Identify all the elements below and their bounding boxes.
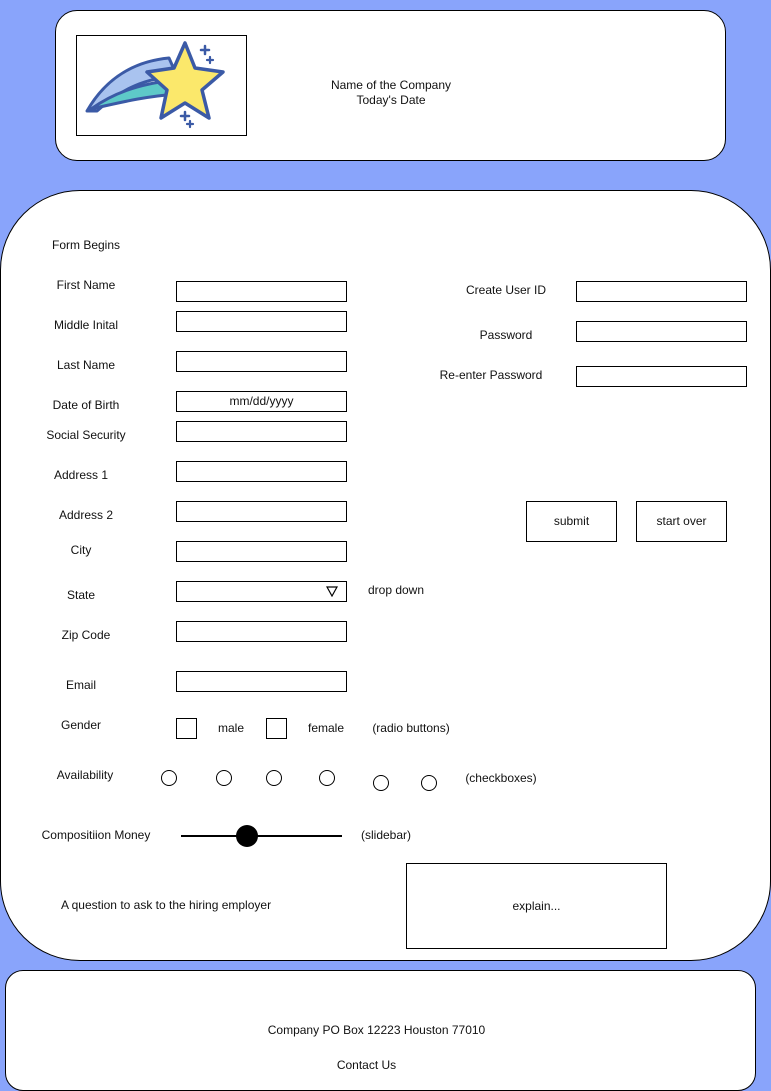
availability-checkbox[interactable] bbox=[161, 770, 177, 786]
logo-frame bbox=[76, 35, 247, 136]
email-input[interactable] bbox=[176, 671, 347, 692]
form-panel: Form Begins First Name Middle Inital Las… bbox=[0, 190, 771, 961]
slider-note: (slidebar) bbox=[360, 828, 411, 842]
availability-checkbox[interactable] bbox=[216, 770, 232, 786]
form-title: Form Begins bbox=[51, 238, 121, 252]
ssn-input[interactable] bbox=[176, 421, 347, 442]
user-id-label: Create User ID bbox=[465, 283, 547, 297]
gender-label: Gender bbox=[60, 718, 102, 732]
slider-track bbox=[181, 835, 342, 837]
state-select[interactable] bbox=[176, 581, 347, 602]
dob-input[interactable]: mm/dd/yyyy bbox=[176, 391, 347, 412]
dob-label: Date of Birth bbox=[52, 398, 120, 412]
header-panel: Name of the Company Today's Date bbox=[55, 10, 726, 161]
first-name-input[interactable] bbox=[176, 281, 347, 302]
submit-button[interactable]: submit bbox=[526, 501, 617, 542]
shooting-star-icon bbox=[85, 41, 225, 129]
gender-note: (radio buttons) bbox=[372, 721, 450, 735]
address1-label: Address 1 bbox=[53, 468, 109, 482]
compensation-label: Compositiion Money bbox=[41, 828, 151, 842]
reenter-password-label: Re-enter Password bbox=[439, 368, 543, 382]
start-over-button[interactable]: start over bbox=[636, 501, 727, 542]
question-placeholder: explain... bbox=[512, 899, 561, 913]
city-input[interactable] bbox=[176, 541, 347, 562]
todays-date: Today's Date bbox=[356, 93, 426, 107]
footer-panel: Company PO Box 12223 Houston 77010 Conta… bbox=[5, 970, 756, 1091]
email-label: Email bbox=[65, 678, 96, 692]
reenter-password-input[interactable] bbox=[576, 366, 747, 387]
compensation-slider[interactable] bbox=[181, 825, 342, 847]
availability-checkbox[interactable] bbox=[421, 775, 437, 791]
slider-thumb[interactable] bbox=[236, 825, 258, 847]
password-label: Password bbox=[479, 328, 533, 342]
question-label: A question to ask to the hiring employer bbox=[60, 898, 272, 912]
question-textarea[interactable]: explain... bbox=[406, 863, 667, 949]
gender-male-option[interactable] bbox=[176, 718, 197, 739]
zip-input[interactable] bbox=[176, 621, 347, 642]
address2-input[interactable] bbox=[176, 501, 347, 522]
gender-female-option[interactable] bbox=[266, 718, 287, 739]
gender-male-label: male bbox=[217, 721, 244, 735]
middle-initial-input[interactable] bbox=[176, 311, 347, 332]
company-name: Name of the Company bbox=[330, 78, 452, 92]
ssn-label: Social Security bbox=[46, 428, 126, 442]
middle-initial-label: Middle Inital bbox=[53, 318, 119, 332]
contact-us-link[interactable]: Contact Us bbox=[6, 1058, 727, 1072]
gender-female-label: female bbox=[307, 721, 345, 735]
availability-label: Availability bbox=[56, 768, 114, 782]
dropdown-triangle-icon bbox=[326, 586, 338, 597]
user-id-input[interactable] bbox=[576, 281, 747, 302]
password-input[interactable] bbox=[576, 321, 747, 342]
address2-label: Address 2 bbox=[58, 508, 114, 522]
state-dropdown-note: drop down bbox=[367, 583, 425, 597]
company-address: Company PO Box 12223 Houston 77010 bbox=[267, 1023, 486, 1037]
first-name-label: First Name bbox=[56, 278, 116, 292]
last-name-input[interactable] bbox=[176, 351, 347, 372]
last-name-label: Last Name bbox=[56, 358, 116, 372]
state-label: State bbox=[66, 588, 96, 602]
availability-checkbox[interactable] bbox=[266, 770, 282, 786]
city-label: City bbox=[70, 543, 92, 557]
availability-checkbox[interactable] bbox=[319, 770, 335, 786]
address1-input[interactable] bbox=[176, 461, 347, 482]
availability-checkbox[interactable] bbox=[373, 775, 389, 791]
availability-note: (checkboxes) bbox=[465, 771, 537, 785]
dob-placeholder: mm/dd/yyyy bbox=[229, 394, 294, 408]
zip-label: Zip Code bbox=[61, 628, 111, 642]
